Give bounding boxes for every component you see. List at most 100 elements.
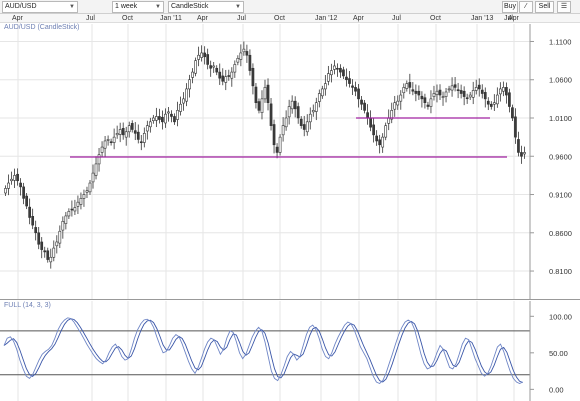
x-tick-label: Apr xyxy=(353,15,364,22)
candle-body xyxy=(296,106,300,119)
candle-body xyxy=(275,146,279,153)
candle-body xyxy=(381,136,385,148)
candle-body xyxy=(308,113,312,123)
candle-body xyxy=(399,94,403,102)
candle-body xyxy=(483,92,487,100)
x-tick-label: Jan '11 xyxy=(160,15,182,22)
sell-button[interactable]: Sell xyxy=(535,1,554,13)
candle-body xyxy=(10,178,13,182)
candle-body xyxy=(155,116,158,121)
candle-body xyxy=(248,54,252,71)
candle-body xyxy=(176,110,179,120)
candle-body xyxy=(55,241,59,247)
candle-body xyxy=(272,124,276,146)
candle-body xyxy=(158,116,161,120)
symbol-select[interactable]: AUD/USD ▼ xyxy=(2,1,78,13)
candle-body xyxy=(136,131,140,140)
candle-body xyxy=(19,182,22,188)
candle-body xyxy=(91,172,95,183)
chevron-down-icon: ▼ xyxy=(69,4,75,10)
candle-body xyxy=(145,125,149,132)
candle-body xyxy=(411,89,415,92)
candle-body xyxy=(502,87,505,92)
candle-body xyxy=(360,99,363,105)
candle-body xyxy=(453,84,457,88)
buy-button-label: Buy xyxy=(503,3,517,10)
candle-body xyxy=(384,125,388,138)
candle-body xyxy=(420,95,424,100)
candle-body xyxy=(495,94,499,105)
candle-body xyxy=(152,117,155,121)
candle-body xyxy=(58,230,62,244)
candle-body xyxy=(429,98,433,107)
candle-body xyxy=(7,182,10,189)
candle-body xyxy=(73,207,77,212)
candle-body xyxy=(194,60,197,74)
oscillator-title: FULL (14, 3, 3) xyxy=(4,302,51,309)
toolbar: AUD/USD ▼ 1 week ▼ CandleStick ▼ Buy ⁄ S… xyxy=(0,0,580,14)
y-tick-label: 100.00 xyxy=(549,312,572,321)
candle-body xyxy=(206,54,210,65)
x-tick-label: Jul xyxy=(86,15,95,22)
candle-body xyxy=(100,146,104,153)
x-tick-label: Apr xyxy=(12,15,23,22)
candle-body xyxy=(474,87,478,91)
stochastic-chart[interactable]: 100.00 50.00 0.00 xyxy=(0,301,580,401)
settings-icon: ☰ xyxy=(560,3,568,10)
candle-body xyxy=(88,182,92,193)
x-tick-label: Oct xyxy=(430,15,441,22)
candle-body xyxy=(85,190,89,193)
candle-body xyxy=(230,71,234,79)
candle-body xyxy=(348,78,351,84)
candle-body xyxy=(118,129,122,135)
price-chart-background xyxy=(0,24,580,300)
candle-body xyxy=(227,75,231,77)
candle-body xyxy=(109,141,113,144)
candle-body xyxy=(363,102,366,111)
draw-tool-button[interactable]: ⁄ xyxy=(519,1,533,13)
candle-body xyxy=(336,67,339,70)
candle-body xyxy=(459,90,463,94)
candle-body xyxy=(423,97,427,103)
chart-style-select[interactable]: CandleStick ▼ xyxy=(168,1,244,13)
candle-body xyxy=(444,91,448,97)
candle-body xyxy=(354,87,357,92)
candle-body xyxy=(281,125,285,136)
candle-body xyxy=(369,117,372,128)
candle-body xyxy=(182,98,185,104)
candle-body xyxy=(179,103,182,112)
y-tick-label: 0.00 xyxy=(549,385,564,394)
candle-body xyxy=(438,89,442,96)
candle-body xyxy=(405,83,409,89)
y-tick-label: 1.0100 xyxy=(549,114,572,123)
timeframe-select[interactable]: 1 week ▼ xyxy=(112,1,164,13)
candle-body xyxy=(505,87,508,96)
candle-body xyxy=(218,71,222,79)
candle-body xyxy=(31,216,35,226)
candle-body xyxy=(34,227,38,234)
candle-body xyxy=(142,133,146,143)
candle-body xyxy=(426,104,430,107)
candle-body xyxy=(139,141,143,144)
candle-body xyxy=(447,88,451,91)
candle-body xyxy=(212,65,216,68)
y-tick-label: 0.9100 xyxy=(549,191,572,200)
candle-body xyxy=(188,79,191,90)
candle-body xyxy=(37,232,41,245)
price-chart[interactable]: 1.1100 1.0600 1.0100 0.9600 0.9100 0.8600 0.81… xyxy=(0,24,580,300)
candle-body xyxy=(200,52,203,58)
settings-button[interactable]: ☰ xyxy=(557,1,571,13)
candle-body xyxy=(215,67,219,73)
candle-body xyxy=(269,103,273,126)
candle-body xyxy=(330,70,333,76)
x-tick-label: Jan '12 xyxy=(315,15,338,22)
candle-body xyxy=(465,97,469,100)
candle-body xyxy=(52,247,56,258)
candle-body xyxy=(191,71,194,78)
candle-body xyxy=(372,124,375,136)
candle-body xyxy=(112,136,116,143)
buy-button[interactable]: Buy xyxy=(502,1,518,13)
x-tick-label: Jul xyxy=(392,15,401,22)
candle-body xyxy=(148,121,152,128)
candle-body xyxy=(378,139,382,146)
